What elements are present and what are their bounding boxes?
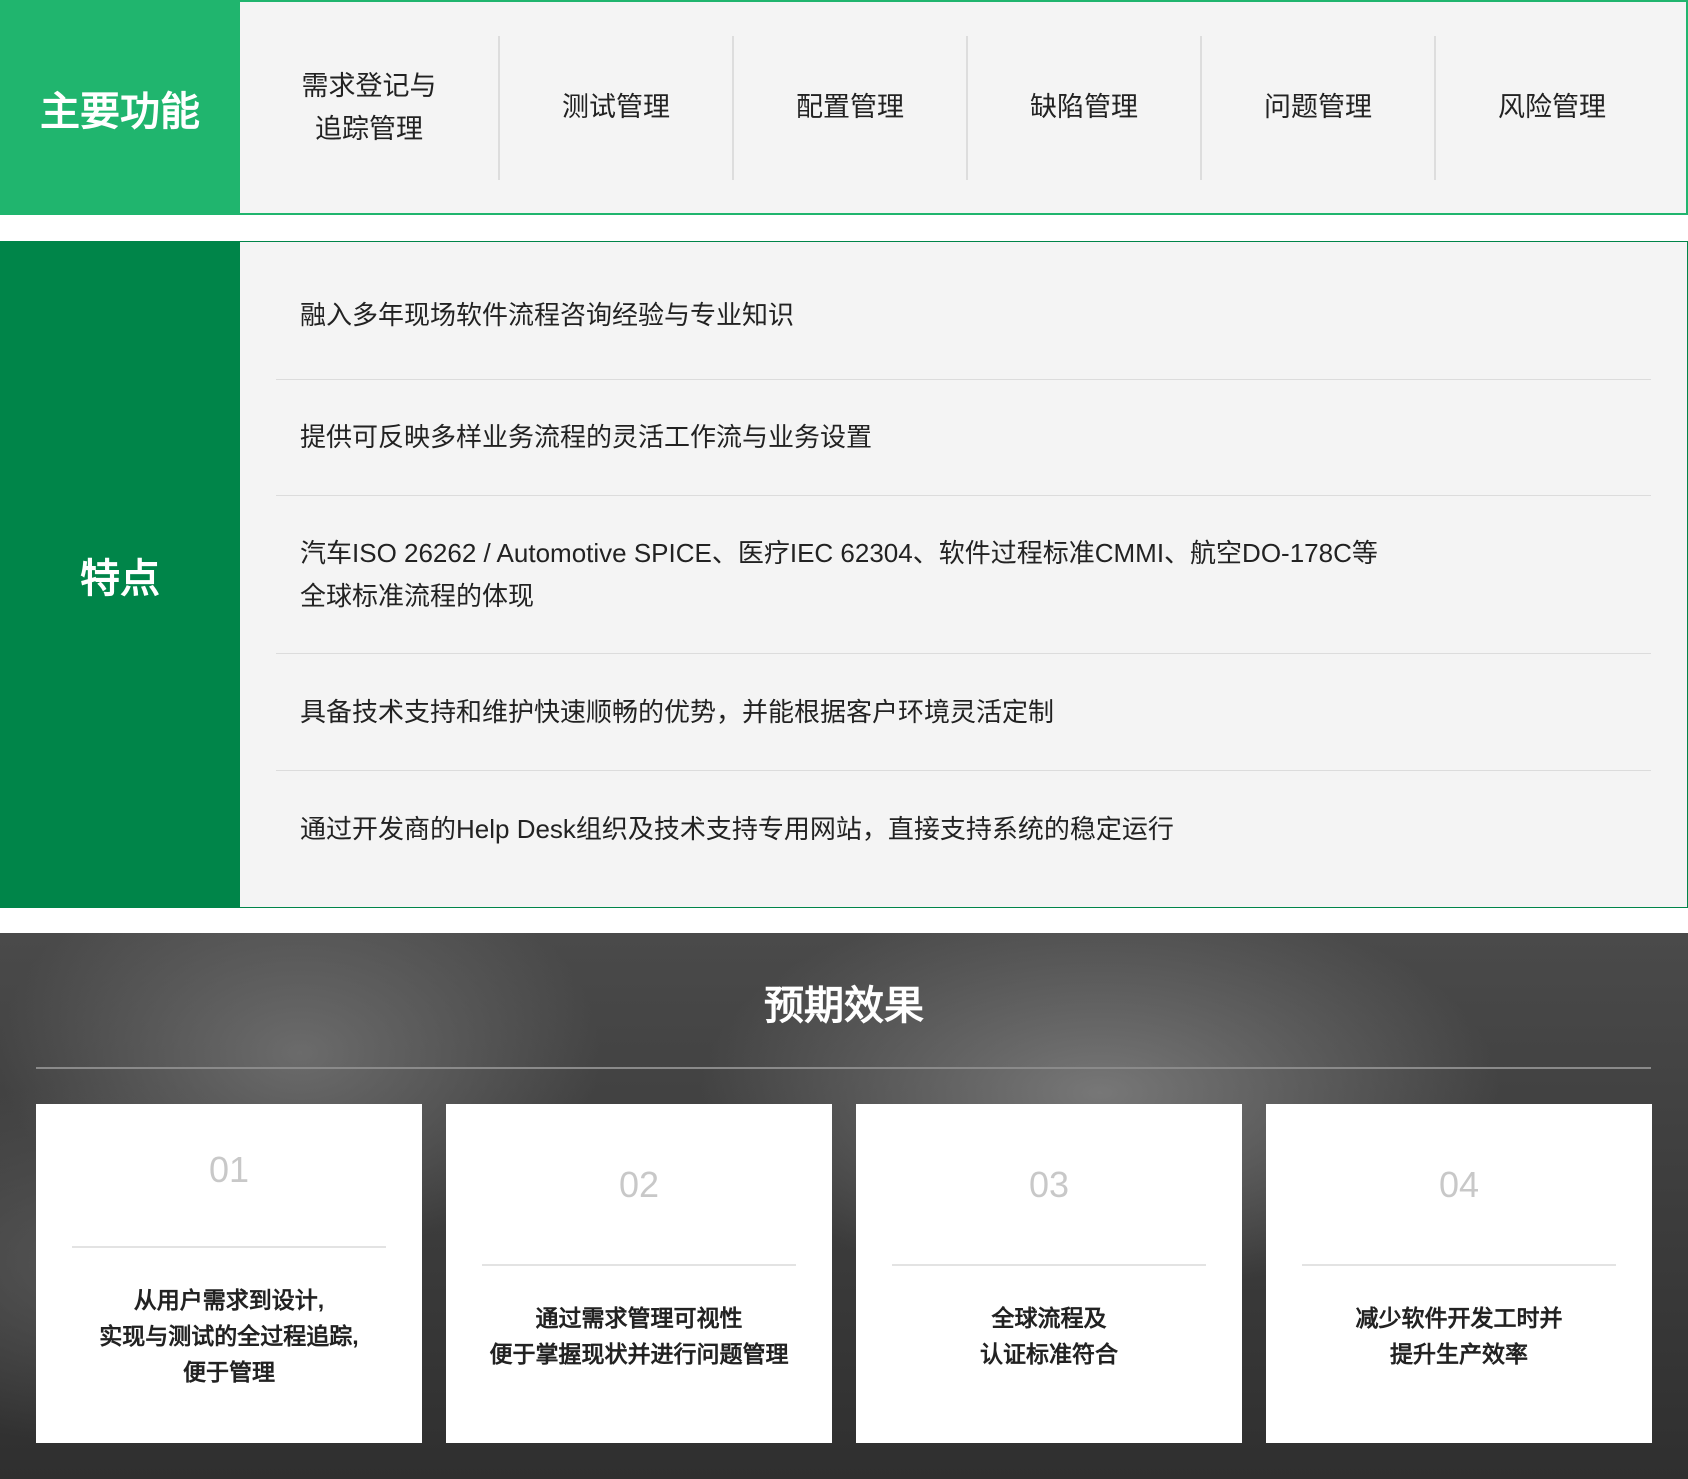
- card-divider: [1302, 1264, 1616, 1266]
- feature-item: 汽车ISO 26262 / Automotive SPICE、医疗IEC 623…: [276, 496, 1651, 654]
- function-label: 需求登记与: [301, 70, 437, 101]
- features-label: 特点: [0, 241, 240, 908]
- effect-card: 02 通过需求管理可视性 便于掌握现状并进行问题管理: [446, 1104, 832, 1443]
- feature-item: 通过开发商的Help Desk组织及技术支持专用网站，直接支持系统的稳定运行: [276, 771, 1651, 901]
- card-text: 减少软件开发工时并 提升生产效率: [1355, 1305, 1563, 1367]
- function-item[interactable]: 测试管理: [498, 35, 732, 180]
- card-divider: [482, 1264, 796, 1266]
- feature-item: 融入多年现场软件流程咨询经验与专业知识: [276, 242, 1651, 380]
- feature-text: 具备技术支持和维护快速顺畅的优势，并能根据客户环境灵活定制: [300, 696, 1055, 727]
- feature-text: 通过开发商的Help Desk组织及技术支持专用网站，直接支持系统的稳定运行: [300, 813, 1174, 844]
- expected-effects-section: 预期效果 01 从用户需求到设计, 实现与测试的全过程追踪, 便于管理 02 通过需…: [0, 933, 1688, 1479]
- feature-item: 具备技术支持和维护快速顺畅的优势，并能根据客户环境灵活定制: [276, 654, 1651, 771]
- feature-text: 提供可反映多样业务流程的灵活工作流与业务设置: [300, 422, 873, 452]
- effect-card: 01 从用户需求到设计, 实现与测试的全过程追踪, 便于管理: [36, 1104, 422, 1443]
- function-item[interactable]: 配置管理: [732, 35, 966, 180]
- function-label: 风险管理: [1498, 92, 1606, 122]
- feature-text: 汽车ISO 26262 / Automotive SPICE、医疗IEC 623…: [300, 537, 1378, 568]
- main-functions-label: 主要功能: [0, 0, 240, 215]
- card-number: 04: [1438, 1164, 1480, 1205]
- card-text: 从用户需求到设计, 实现与测试的全过程追踪, 便于管理: [99, 1287, 359, 1385]
- feature-text: 全球标准流程的体现: [300, 580, 535, 611]
- function-item[interactable]: 缺陷管理: [966, 35, 1200, 180]
- function-label: 缺陷管理: [1030, 92, 1138, 122]
- feature-item: 提供可反映多样业务流程的灵活工作流与业务设置: [276, 380, 1651, 496]
- effect-card: 04 减少软件开发工时并 提升生产效率: [1266, 1104, 1652, 1443]
- card-number: 03: [1028, 1164, 1070, 1205]
- card-text: 通过需求管理可视性 便于掌握现状并进行问题管理: [489, 1305, 789, 1367]
- card-divider: [892, 1264, 1206, 1266]
- divider: [36, 1067, 1651, 1069]
- features-section: 特点 融入多年现场软件流程咨询经验与专业知识 提供可反映多样业务流程的灵活工作流…: [0, 241, 1688, 908]
- card-divider: [72, 1246, 386, 1248]
- function-label: 追踪管理: [315, 113, 423, 144]
- card-number: 01: [208, 1149, 250, 1190]
- effect-card: 03 全球流程及 认证标准符合: [856, 1104, 1242, 1443]
- card-text: 全球流程及 认证标准符合: [980, 1305, 1118, 1367]
- function-item[interactable]: 需求登记与 追踪管理: [240, 36, 498, 180]
- function-label: 问题管理: [1264, 92, 1372, 122]
- function-item[interactable]: 问题管理: [1200, 35, 1434, 180]
- function-label: 测试管理: [562, 92, 670, 122]
- function-item[interactable]: 风险管理: [1434, 35, 1668, 180]
- feature-list: 融入多年现场软件流程咨询经验与专业知识 提供可反映多样业务流程的灵活工作流与业务…: [240, 241, 1688, 908]
- function-label: 配置管理: [796, 92, 904, 122]
- main-functions-section: 主要功能 需求登记与追踪管理 测试管理 配置管理 缺陷管理 问题管理 风险管理: [0, 0, 1688, 215]
- section-title: 预期效果: [764, 984, 924, 1028]
- feature-text: 融入多年现场软件流程咨询经验与专业知识: [300, 300, 795, 330]
- card-number: 02: [618, 1164, 660, 1205]
- function-list: 需求登记与追踪管理 测试管理 配置管理 缺陷管理 问题管理 风险管理: [240, 0, 1688, 215]
